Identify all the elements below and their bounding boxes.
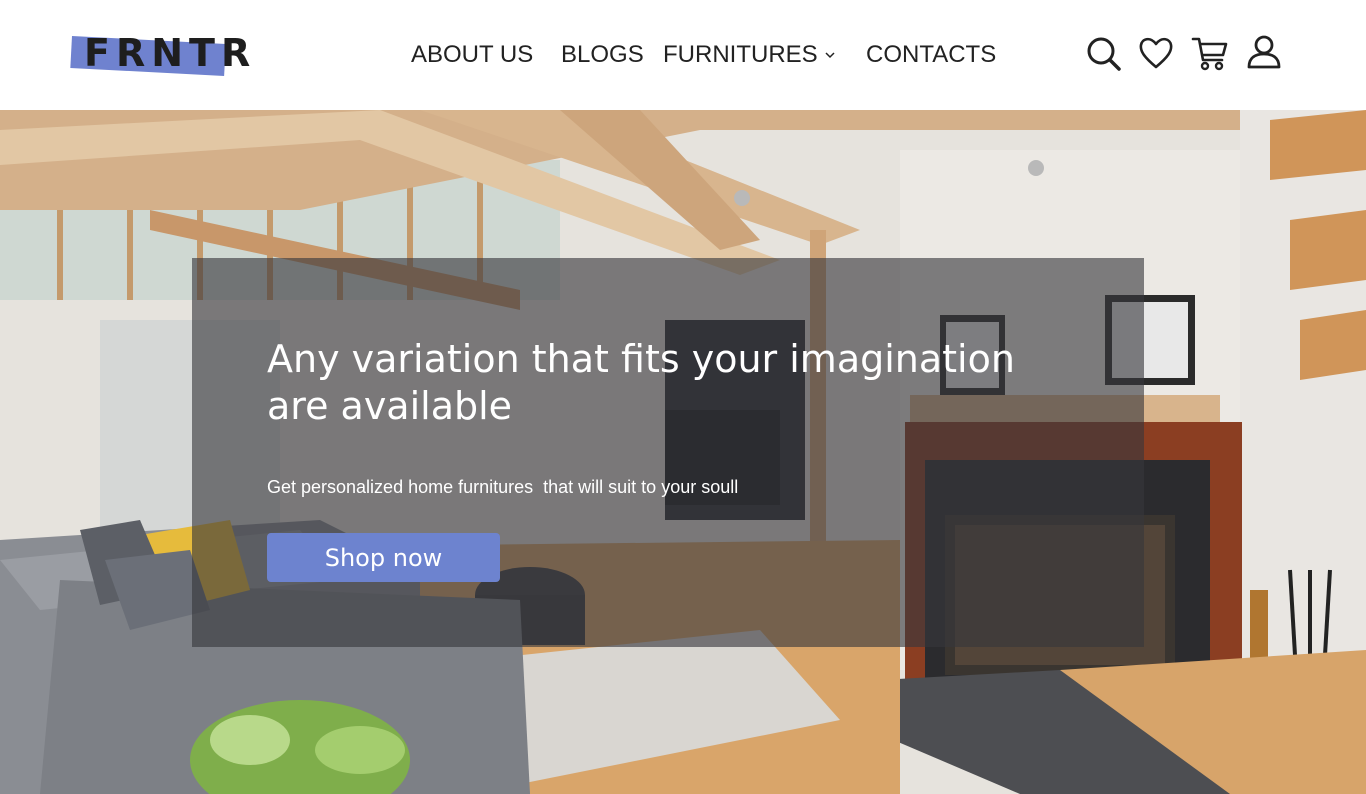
user-icon[interactable] xyxy=(1244,33,1284,73)
nav-furnitures-label: FURNITURES xyxy=(663,41,818,68)
nav-contacts[interactable]: CONTACTS xyxy=(866,40,996,70)
search-icon[interactable] xyxy=(1084,33,1124,73)
cart-icon[interactable] xyxy=(1190,33,1230,73)
brand-logo[interactable]: FRNTR xyxy=(70,32,250,77)
hero-section: Any variation that fits your imagination… xyxy=(0,110,1366,794)
site-header: FRNTR ABOUT US BLOGS FURNITURES CONTACTS xyxy=(0,0,1366,110)
shop-now-button[interactable]: Shop now xyxy=(267,533,500,582)
hero-overlay: Any variation that fits your imagination… xyxy=(192,258,1144,647)
chevron-down-icon xyxy=(825,52,835,59)
nav-blogs[interactable]: BLOGS xyxy=(561,40,644,70)
nav-about-us[interactable]: ABOUT US xyxy=(411,40,533,70)
hero-subtitle: Get personalized home furnitures that wi… xyxy=(267,477,739,497)
heart-icon[interactable] xyxy=(1136,33,1176,73)
nav-furnitures[interactable]: FURNITURES xyxy=(663,40,836,70)
hero-title: Any variation that fits your imagination… xyxy=(267,337,1015,428)
logo-text: FRNTR xyxy=(84,31,257,75)
